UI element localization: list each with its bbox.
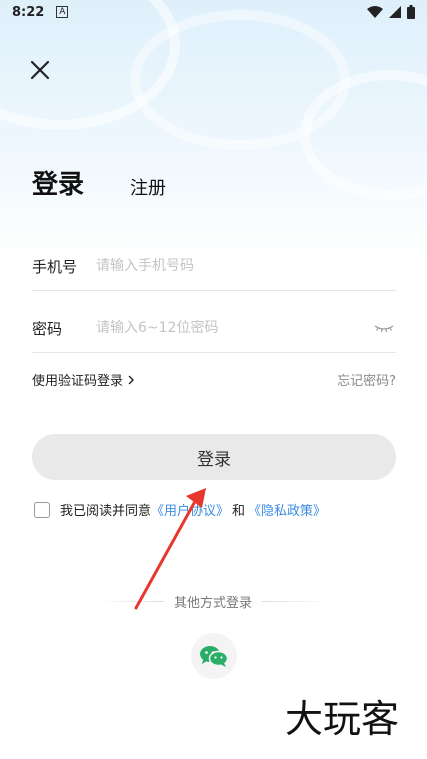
phone-input[interactable] bbox=[96, 258, 396, 274]
battery-icon bbox=[407, 5, 415, 19]
wechat-icon bbox=[200, 646, 229, 667]
close-button[interactable] bbox=[26, 56, 54, 84]
watermark-text: 大玩客 bbox=[285, 697, 399, 740]
forgot-password-link[interactable]: 忘记密码? bbox=[337, 370, 396, 389]
divider-line bbox=[262, 601, 332, 602]
signal-icon bbox=[389, 6, 401, 18]
header-background bbox=[0, 0, 427, 260]
divider-line bbox=[95, 601, 164, 602]
agreement-and: 和 bbox=[232, 504, 246, 519]
login-button[interactable]: 登录 bbox=[32, 434, 396, 480]
close-icon bbox=[30, 60, 50, 80]
wechat-login-button[interactable] bbox=[191, 633, 237, 679]
watermark-logo: 大玩客 bbox=[285, 697, 399, 740]
tab-register[interactable]: 注册 bbox=[130, 174, 166, 200]
sms-login-link[interactable]: 使用验证码登录 bbox=[32, 370, 136, 389]
user-agreement-link[interactable]: 《用户协议》 bbox=[151, 500, 229, 519]
eye-closed-icon[interactable] bbox=[372, 320, 396, 336]
status-bar: 8:22 A bbox=[0, 0, 427, 24]
password-field-row: 密码 bbox=[32, 304, 396, 353]
chevron-right-icon bbox=[128, 375, 135, 384]
agreement-row: 我已阅读并同意 《用户协议》 和 《隐私政策》 bbox=[34, 500, 326, 519]
password-input[interactable] bbox=[96, 320, 366, 336]
tab-login[interactable]: 登录 bbox=[32, 164, 84, 201]
agreement-checkbox[interactable] bbox=[34, 501, 50, 518]
wifi-icon bbox=[367, 6, 383, 18]
status-icons bbox=[367, 5, 415, 19]
status-time: 8:22 bbox=[12, 4, 45, 20]
phone-label: 手机号 bbox=[32, 257, 78, 276]
notification-app-icon: A bbox=[56, 6, 69, 18]
sms-login-label: 使用验证码登录 bbox=[32, 374, 124, 389]
other-login-label: 其他方式登录 bbox=[174, 596, 253, 611]
phone-field-row: 手机号 bbox=[32, 242, 396, 291]
other-login-divider: 其他方式登录 bbox=[95, 592, 332, 611]
privacy-policy-link[interactable]: 《隐私政策》 bbox=[248, 500, 326, 519]
agreement-prefix: 我已阅读并同意 bbox=[60, 504, 152, 519]
password-label: 密码 bbox=[32, 319, 63, 338]
